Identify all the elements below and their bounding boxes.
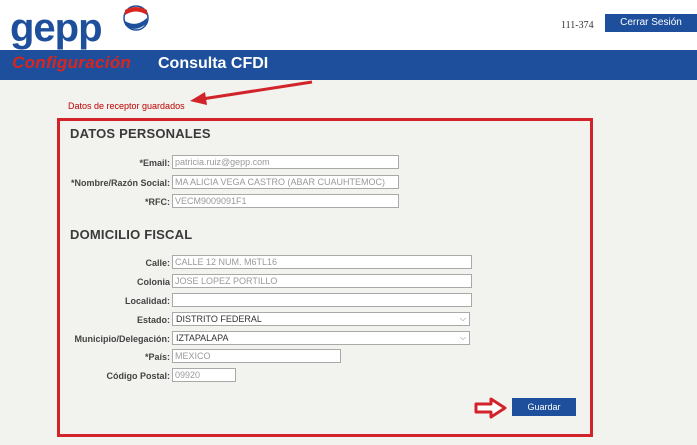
logo-text: gepp xyxy=(10,6,103,50)
postal-code-field[interactable] xyxy=(172,368,236,382)
street-label: Calle: xyxy=(145,258,170,268)
name-field[interactable] xyxy=(172,175,399,189)
arrow-right-icon xyxy=(474,397,507,419)
status-message: Datos de receptor guardados xyxy=(68,101,185,111)
estado-label: Estado: xyxy=(136,315,170,325)
street-field[interactable] xyxy=(172,255,472,269)
estado-select[interactable]: DISTRITO FEDERAL ⌵ xyxy=(172,312,470,326)
user-code: 111-374 xyxy=(561,20,594,31)
rfc-label: *RFC: xyxy=(145,197,170,207)
nav-bar: Configuración Consulta CFDI xyxy=(0,50,697,80)
nav-configuracion-link[interactable]: Configuración xyxy=(12,53,131,73)
gepp-logo: gepp xyxy=(10,4,150,48)
pepsi-globe-icon xyxy=(123,5,149,31)
municipio-selected-value: IZTAPALAPA xyxy=(176,333,229,343)
rfc-field[interactable] xyxy=(172,194,399,208)
logout-button[interactable]: Cerrar Sesión xyxy=(605,14,697,32)
municipio-label: Municipio/Delegación: xyxy=(74,334,170,344)
app-header: gepp 111-374 Cerrar Sesión xyxy=(0,0,697,50)
name-label: *Nombre/Razón Social: xyxy=(70,178,170,188)
colonia-label: Colonia xyxy=(137,277,170,287)
postal-code-label: Código Postal: xyxy=(106,371,171,381)
localidad-field[interactable] xyxy=(172,293,472,307)
nav-consulta-cfdi-link[interactable]: Consulta CFDI xyxy=(158,55,268,73)
localidad-label: Localidad: xyxy=(124,296,170,306)
chevron-down-icon: ⌵ xyxy=(459,333,466,342)
pais-label: *País: xyxy=(144,352,170,362)
personal-data-title: DATOS PERSONALES xyxy=(70,126,211,141)
colonia-field[interactable] xyxy=(172,274,472,288)
estado-selected-value: DISTRITO FEDERAL xyxy=(176,314,262,324)
save-button[interactable]: Guardar xyxy=(512,398,576,416)
fiscal-address-title: DOMICILIO FISCAL xyxy=(70,227,193,242)
chevron-down-icon: ⌵ xyxy=(459,314,466,323)
pais-field[interactable] xyxy=(172,349,341,363)
municipio-select[interactable]: IZTAPALAPA ⌵ xyxy=(172,331,470,345)
email-field[interactable] xyxy=(172,155,399,169)
email-label: *Email: xyxy=(139,158,170,168)
